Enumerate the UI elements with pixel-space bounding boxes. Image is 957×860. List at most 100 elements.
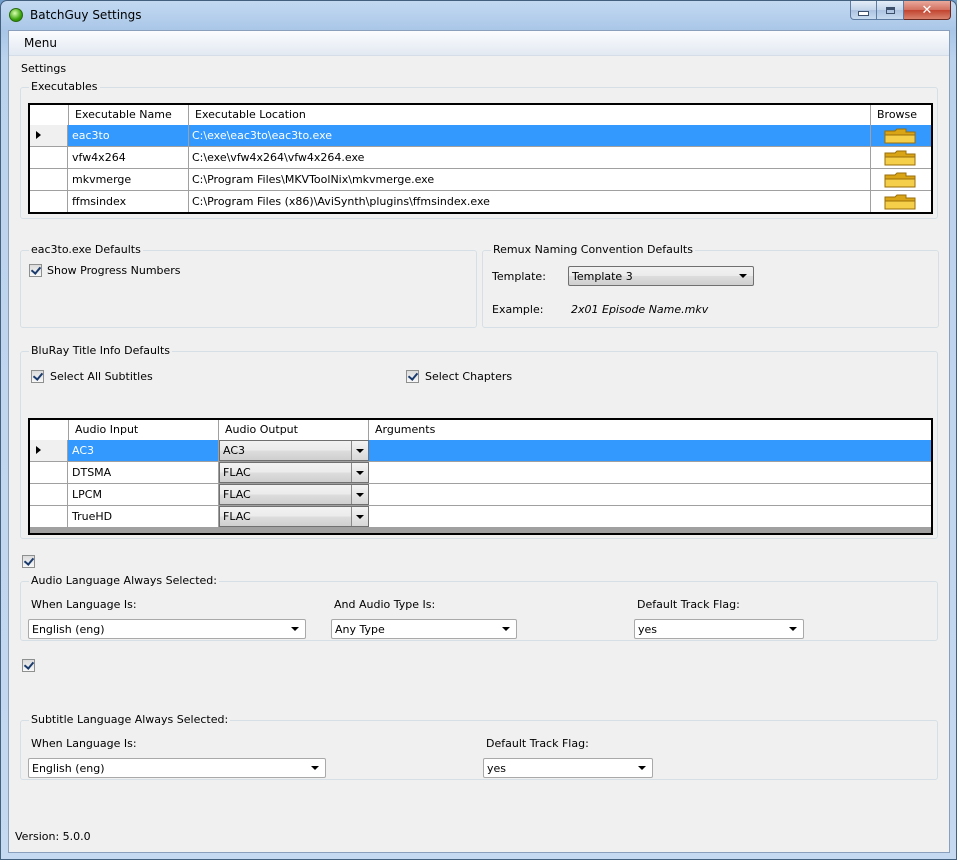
chevron-down-icon xyxy=(356,449,364,453)
eac3to-defaults-group: eac3to.exe Defaults Show Progress Number… xyxy=(20,243,477,328)
row-header[interactable] xyxy=(30,147,68,168)
select-all-subtitles-label[interactable]: Select All Subtitles xyxy=(50,370,153,383)
executables-group: Executables Executable Name Executable L… xyxy=(20,80,938,219)
arguments-cell[interactable] xyxy=(369,484,931,505)
row-header[interactable] xyxy=(30,506,68,527)
row-header-corner xyxy=(30,420,69,440)
executables-grid[interactable]: Executable Name Executable Location Brow… xyxy=(28,103,933,214)
executable-name-cell[interactable]: vfw4x264 xyxy=(69,147,189,168)
remux-naming-group: Remux Naming Convention Defaults Templat… xyxy=(482,243,939,328)
template-dropdown[interactable]: Template 3 xyxy=(568,266,754,286)
audio-default-track-value: yes xyxy=(638,623,658,636)
column-header-browse[interactable]: Browse xyxy=(871,105,931,125)
executable-row[interactable]: eac3to C:\exe\eac3to\eac3to.exe xyxy=(30,125,931,147)
row-header[interactable] xyxy=(30,125,68,146)
select-all-subtitles-checkbox[interactable] xyxy=(31,370,44,383)
audio-output-dropdown-button[interactable] xyxy=(351,463,368,482)
row-header[interactable] xyxy=(30,484,68,505)
executable-location-cell[interactable]: C:\Program Files\MKVToolNix\mkvmerge.exe xyxy=(189,169,871,190)
row-header[interactable] xyxy=(30,191,68,212)
show-progress-label[interactable]: Show Progress Numbers xyxy=(47,264,181,277)
example-value: 2x01 Episode Name.mkv xyxy=(571,303,709,316)
audio-row[interactable]: DTSMA FLAC xyxy=(30,462,931,484)
chevron-down-icon xyxy=(739,274,747,278)
arguments-cell[interactable] xyxy=(369,440,931,461)
column-header-executable-location[interactable]: Executable Location xyxy=(189,105,871,125)
row-header[interactable] xyxy=(30,440,68,461)
executable-name-cell[interactable]: mkvmerge xyxy=(69,169,189,190)
executable-row[interactable]: mkvmerge C:\Program Files\MKVToolNix\mkv… xyxy=(30,169,931,191)
select-chapters-label[interactable]: Select Chapters xyxy=(425,370,512,383)
subtitle-default-track-dropdown[interactable]: yes xyxy=(483,758,653,778)
audio-type-label: And Audio Type Is: xyxy=(334,598,436,611)
maximize-icon xyxy=(885,6,895,14)
audio-type-dropdown[interactable]: Any Type xyxy=(331,619,517,639)
window-title: BatchGuy Settings xyxy=(30,8,142,22)
maximize-button[interactable] xyxy=(877,1,904,20)
folder-icon[interactable] xyxy=(884,128,916,144)
audio-grid[interactable]: Audio Input Audio Output Arguments AC3 A… xyxy=(28,418,933,535)
minimize-button[interactable] xyxy=(850,1,877,20)
subtitle-language-dropdown[interactable]: English (eng) xyxy=(28,758,326,778)
subtitle-language-enabled-checkbox[interactable] xyxy=(22,659,35,672)
folder-icon[interactable] xyxy=(884,172,916,188)
audio-language-dropdown[interactable]: English (eng) xyxy=(28,619,306,639)
audio-output-dropdown[interactable]: AC3 xyxy=(219,440,369,461)
audio-output-value: AC3 xyxy=(223,444,246,457)
executable-row[interactable]: vfw4x264 C:\exe\vfw4x264\vfw4x264.exe xyxy=(30,147,931,169)
executable-name-cell[interactable]: ffmsindex xyxy=(69,191,189,212)
column-header-executable-name[interactable]: Executable Name xyxy=(69,105,189,125)
audio-input-cell[interactable]: TrueHD xyxy=(69,506,219,527)
title-bar[interactable]: BatchGuy Settings ✕ xyxy=(1,1,956,29)
arguments-cell[interactable] xyxy=(369,462,931,483)
audio-row[interactable]: TrueHD FLAC xyxy=(30,506,931,528)
arguments-cell[interactable] xyxy=(369,506,931,527)
audio-output-dropdown-button[interactable] xyxy=(351,507,368,526)
audio-input-cell[interactable]: DTSMA xyxy=(69,462,219,483)
browse-cell[interactable] xyxy=(871,125,931,146)
audio-output-dropdown[interactable]: FLAC xyxy=(219,462,369,483)
current-row-arrow-icon xyxy=(36,131,41,139)
browse-cell[interactable] xyxy=(871,147,931,168)
column-header-audio-output[interactable]: Audio Output xyxy=(219,420,369,440)
audio-language-enabled-checkbox[interactable] xyxy=(22,555,35,568)
column-header-arguments[interactable]: Arguments xyxy=(369,420,931,440)
row-header[interactable] xyxy=(30,169,68,190)
column-header-audio-input[interactable]: Audio Input xyxy=(69,420,219,440)
executable-location-cell[interactable]: C:\exe\vfw4x264\vfw4x264.exe xyxy=(189,147,871,168)
audio-when-language-label: When Language Is: xyxy=(31,598,137,611)
select-chapters-checkbox[interactable] xyxy=(406,370,419,383)
browse-cell[interactable] xyxy=(871,169,931,190)
audio-default-track-label: Default Track Flag: xyxy=(637,598,740,611)
audio-output-value: FLAC xyxy=(223,466,251,479)
chevron-down-icon xyxy=(356,493,364,497)
audio-default-track-dropdown[interactable]: yes xyxy=(634,619,804,639)
minimize-icon xyxy=(858,10,869,16)
audio-input-cell[interactable]: AC3 xyxy=(69,440,219,461)
audio-row[interactable]: LPCM FLAC xyxy=(30,484,931,506)
show-progress-checkbox[interactable] xyxy=(29,264,42,277)
audio-output-dropdown-button[interactable] xyxy=(351,485,368,504)
chevron-down-icon xyxy=(356,471,364,475)
folder-icon[interactable] xyxy=(884,194,916,210)
audio-output-dropdown[interactable]: FLAC xyxy=(219,484,369,505)
audio-output-dropdown-button[interactable] xyxy=(351,441,368,460)
audio-output-dropdown[interactable]: FLAC xyxy=(219,506,369,527)
menu-item-menu[interactable]: Menu xyxy=(24,36,57,50)
audio-output-value: FLAC xyxy=(223,488,251,501)
app-icon xyxy=(9,8,23,22)
audio-row[interactable]: AC3 AC3 xyxy=(30,440,931,462)
subtitle-language-group: Subtitle Language Always Selected: When … xyxy=(20,713,938,780)
executable-location-cell[interactable]: C:\Program Files (x86)\AviSynth\plugins\… xyxy=(189,191,871,212)
client-area: Menu Settings Executables Executable Nam… xyxy=(8,30,950,853)
row-header[interactable] xyxy=(30,462,68,483)
audio-input-cell[interactable]: LPCM xyxy=(69,484,219,505)
close-button[interactable]: ✕ xyxy=(904,1,951,20)
folder-icon[interactable] xyxy=(884,150,916,166)
browse-cell[interactable] xyxy=(871,191,931,212)
executable-name-cell[interactable]: eac3to xyxy=(69,125,189,146)
executable-row[interactable]: ffmsindex C:\Program Files (x86)\AviSynt… xyxy=(30,191,931,212)
executable-location-cell[interactable]: C:\exe\eac3to\eac3to.exe xyxy=(189,125,871,146)
subtitle-default-track-value: yes xyxy=(487,762,507,775)
subtitle-when-language-label: When Language Is: xyxy=(31,737,137,750)
